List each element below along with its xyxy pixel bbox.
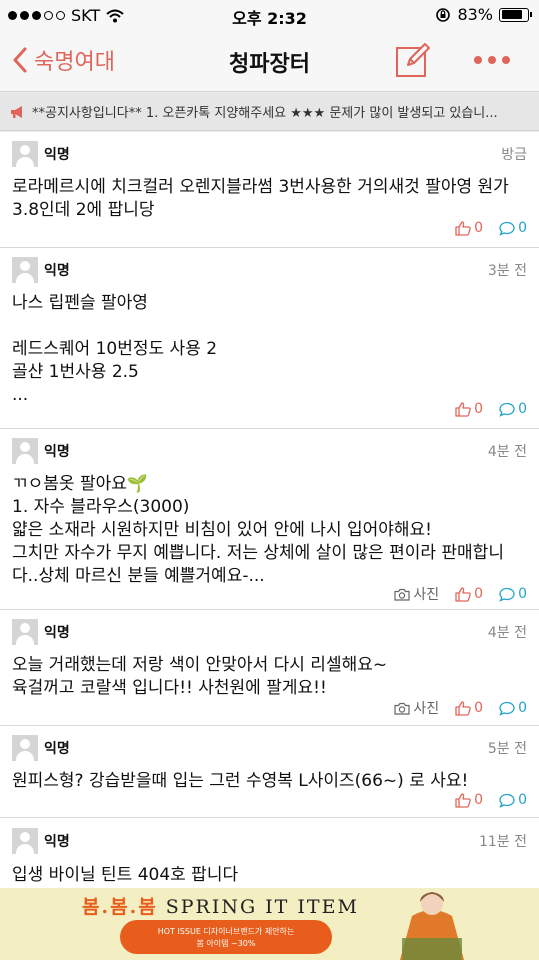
photo-attached: 사진 <box>394 698 439 718</box>
post-author: 익명 <box>44 625 70 641</box>
speech-bubble-icon <box>499 793 515 808</box>
post-time: 11분 전 <box>478 834 527 850</box>
post-body: 원피스형? 강습받을때 입는 그런 수영복 L사이즈(66~) 로 사요! <box>12 771 469 791</box>
thumbs-up-icon <box>455 586 471 602</box>
post-item[interactable]: 익명 4분 전 ㄲㅇ봄옷 팔아요🌱 1. 자수 블라우스(3000) 얇은 소재… <box>0 429 539 610</box>
comment-count[interactable]: 0 <box>499 586 527 602</box>
ad-model-image <box>400 892 464 960</box>
post-time: 3분 전 <box>487 263 527 279</box>
speech-bubble-icon <box>499 587 515 602</box>
speech-bubble-icon <box>499 402 515 417</box>
post-author: 익명 <box>44 834 70 850</box>
comment-count[interactable]: 0 <box>499 792 527 808</box>
ad-promo-line1: HOT ISSUE 디자이너브랜드가 제안하는 <box>157 927 295 936</box>
post-body: 로라메르시에 치크컬러 오렌지블라썸 3번사용한 거의새것 팔아영 원가 3.8… <box>12 177 509 220</box>
post-author: 익명 <box>44 263 70 279</box>
like-count[interactable]: 0 <box>455 220 483 236</box>
like-count[interactable]: 0 <box>455 586 483 602</box>
ad-promo-line2: 봄 아이템 ~30% <box>196 939 256 948</box>
avatar <box>12 438 38 464</box>
notice-bar[interactable]: **공지사항입니다** 1. 오픈카톡 지양해주세요 ★★★ 문제가 많이 발생… <box>0 93 539 131</box>
ad-banner[interactable]: 봄.봄.봄 SPRING IT ITEM HOT ISSUE 디자이너브랜드가 … <box>0 888 539 960</box>
post-time: 4분 전 <box>487 625 527 641</box>
ad-title: 봄.봄.봄 SPRING IT ITEM <box>82 892 359 919</box>
post-author: 익명 <box>44 444 70 460</box>
speech-bubble-icon <box>499 221 515 236</box>
thumbs-up-icon <box>455 401 471 417</box>
avatar <box>12 735 38 761</box>
comment-count[interactable]: 0 <box>499 220 527 236</box>
avatar <box>12 619 38 645</box>
post-author: 익명 <box>44 147 70 163</box>
like-count[interactable]: 0 <box>455 792 483 808</box>
post-time: 5분 전 <box>487 741 527 757</box>
ad-promo-pill: HOT ISSUE 디자이너브랜드가 제안하는 봄 아이템 ~30% <box>120 920 332 954</box>
battery-area: 83% <box>435 5 532 24</box>
post-item[interactable]: 익명 3분 전 나스 립펜슬 팔아영 레드스퀘어 10번정도 사용 2 골샨 1… <box>0 248 539 429</box>
post-item[interactable]: 익명 방금 로라메르시에 치크컬러 오렌지블라썸 3번사용한 거의새것 팔아영 … <box>0 132 539 248</box>
post-body: ㄲㅇ봄옷 팔아요🌱 1. 자수 블라우스(3000) 얇은 소재라 시원하지만 … <box>12 474 504 586</box>
camera-icon <box>394 702 410 715</box>
post-body: 나스 립펜슬 팔아영 레드스퀘어 10번정도 사용 2 골샨 1번사용 2.5 … <box>12 293 218 405</box>
ad-title-english: SPRING IT ITEM <box>165 896 359 918</box>
notice-text: **공지사항입니다** 1. 오픈카톡 지양해주세요 ★★★ 문제가 많이 발생… <box>32 106 498 121</box>
avatar <box>12 141 38 167</box>
post-author: 익명 <box>44 741 70 757</box>
more-options-button[interactable] <box>474 56 510 64</box>
battery-percent: 83% <box>457 5 493 24</box>
thumbs-up-icon <box>455 792 471 808</box>
speech-bubble-icon <box>499 701 515 716</box>
status-bar: SKT 오후 2:32 83% <box>0 0 539 30</box>
photo-attached: 사진 <box>394 584 439 604</box>
page-title: 청파장터 <box>229 52 310 77</box>
battery-icon <box>499 7 532 22</box>
camera-icon <box>394 588 410 601</box>
rotation-lock-icon <box>436 7 451 22</box>
thumbs-up-icon <box>455 700 471 716</box>
navigation-bar: 숙명여대 청파장터 <box>0 30 539 92</box>
post-item[interactable]: 익명 5분 전 원피스형? 강습받을때 입는 그런 수영복 L사이즈(66~) … <box>0 726 539 818</box>
post-item[interactable]: 익명 4분 전 오늘 거래했는데 저랑 색이 안맞아서 다시 리셀해요~ 육걸꺼… <box>0 610 539 726</box>
post-time: 4분 전 <box>487 444 527 460</box>
comment-count[interactable]: 0 <box>499 401 527 417</box>
avatar <box>12 257 38 283</box>
like-count[interactable]: 0 <box>455 401 483 417</box>
ad-title-korean: 봄.봄.봄 <box>82 896 158 918</box>
like-count[interactable]: 0 <box>455 700 483 716</box>
comment-count[interactable]: 0 <box>499 700 527 716</box>
compose-button[interactable] <box>395 42 431 78</box>
megaphone-icon <box>11 105 22 118</box>
post-time: 방금 <box>501 147 527 163</box>
post-feed[interactable]: 익명 방금 로라메르시에 치크컬러 오렌지블라썸 3번사용한 거의새것 팔아영 … <box>0 132 539 938</box>
thumbs-up-icon <box>455 220 471 236</box>
avatar <box>12 828 38 854</box>
